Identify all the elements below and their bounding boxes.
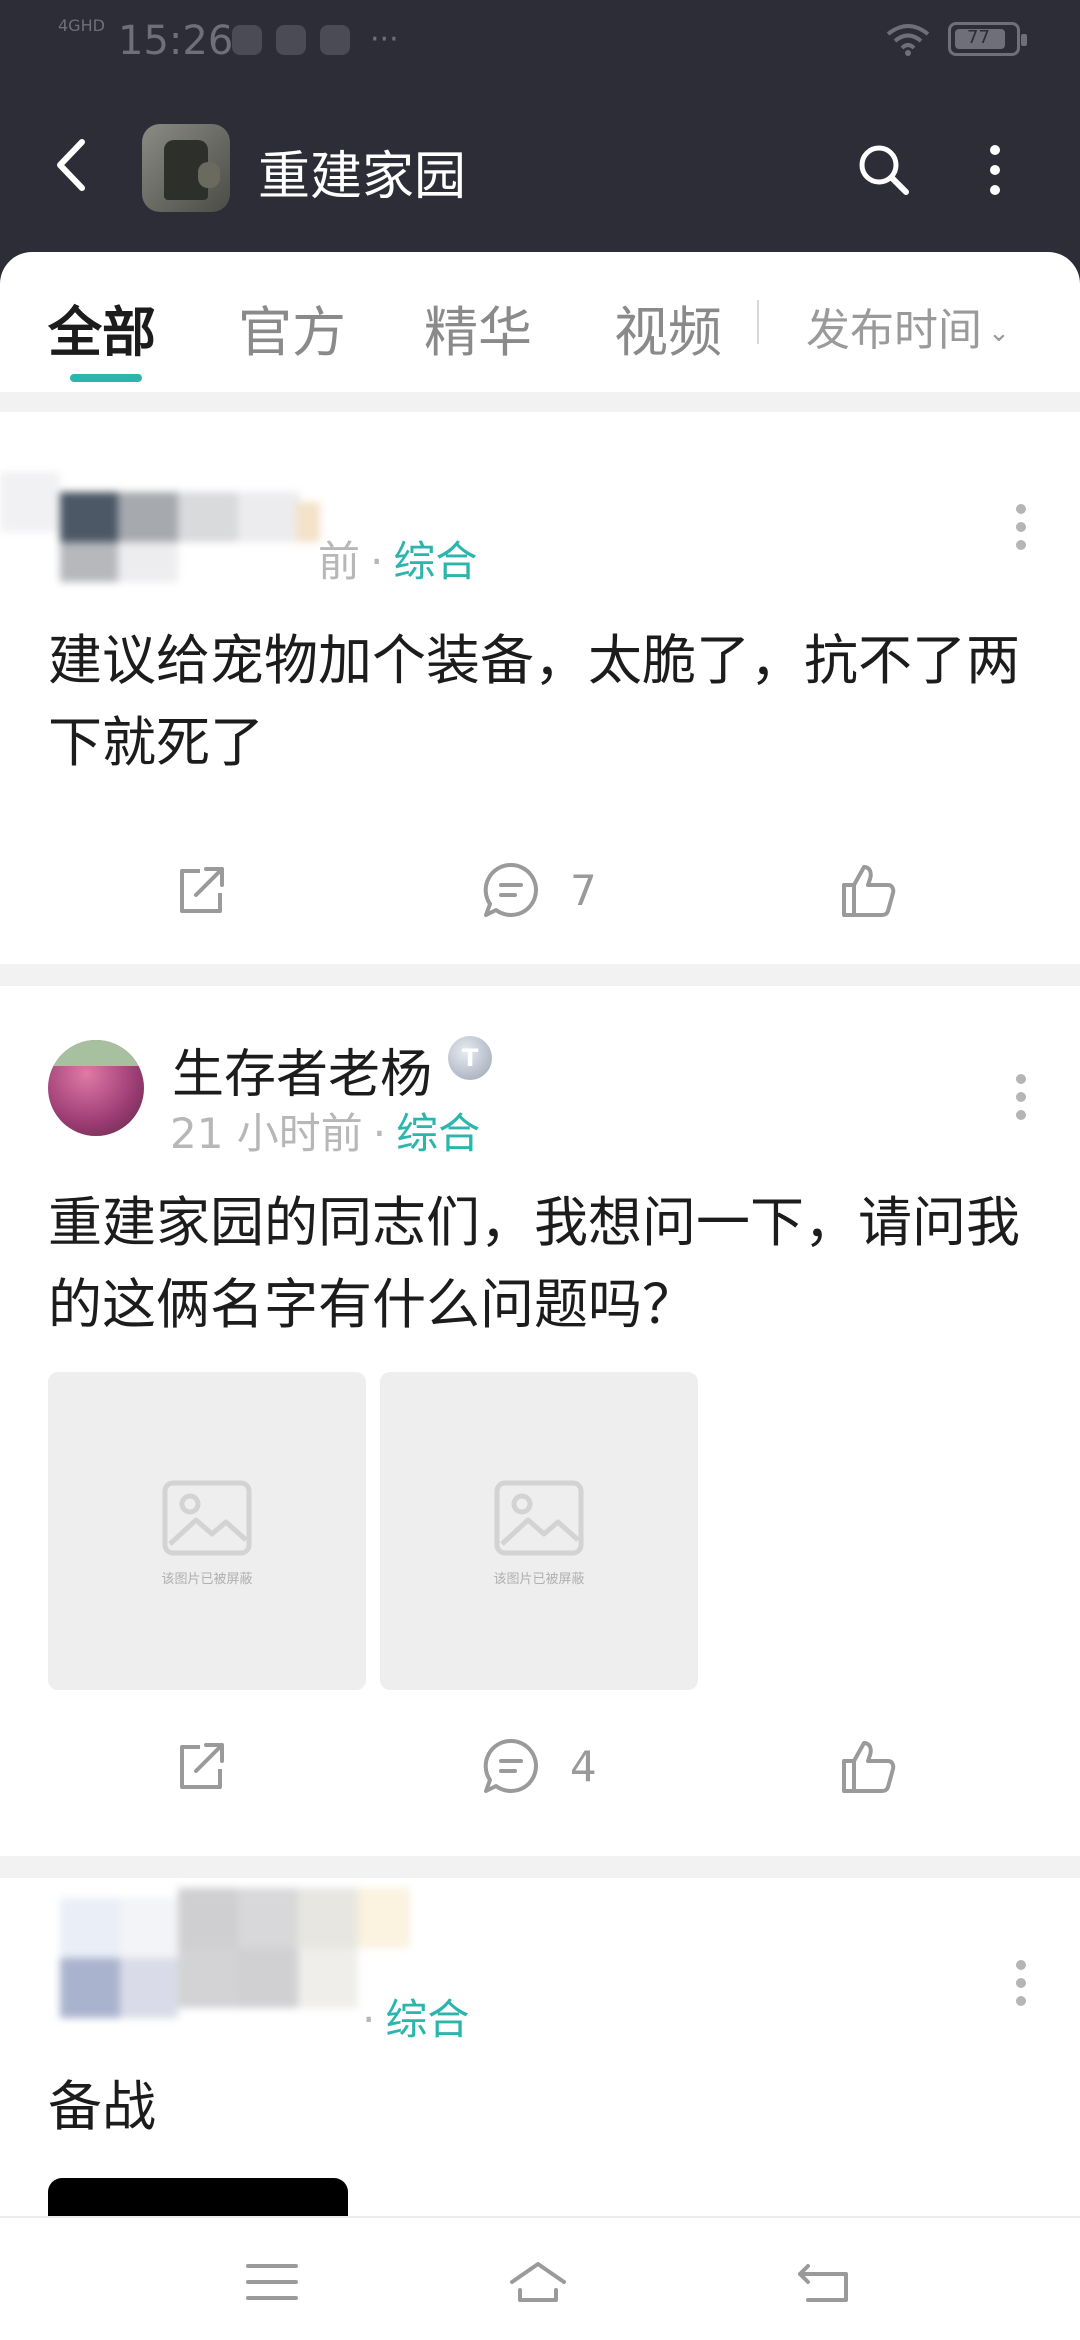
level-badge-icon: T [448, 1036, 492, 1080]
comment-icon [483, 862, 538, 917]
sort-label: 发布时间 [806, 305, 982, 356]
status-time: 15:26 [118, 18, 234, 64]
post-category[interactable]: 综合 [385, 1995, 469, 2044]
post-more-icon[interactable] [1014, 500, 1028, 556]
post-image[interactable]: 该图片已被屏蔽 [380, 1372, 698, 1690]
post-text[interactable]: 建议给宠物加个装备，太脆了，抗不了两下就死了 [48, 620, 1028, 784]
post-actions: 7 [0, 850, 1080, 930]
post-image[interactable]: 该图片已被屏蔽 [48, 1372, 366, 1690]
post-text[interactable]: 重建家园的同志们，我想问一下，请问我的这俩名字有什么问题吗？ [48, 1182, 1028, 1346]
wifi-icon [886, 24, 930, 56]
system-nav-bar [0, 2216, 1080, 2340]
page-title: 重建家园 [258, 147, 467, 207]
comment-button[interactable]: 4 [480, 1726, 597, 1806]
like-button[interactable] [836, 1726, 898, 1806]
notification-icon [276, 24, 306, 55]
share-icon [180, 867, 224, 913]
post-category[interactable]: 综合 [393, 537, 477, 586]
chevron-down-icon: ⌄ [988, 318, 1010, 348]
network-indicator: 4GHD [58, 16, 105, 35]
like-button[interactable] [836, 850, 898, 930]
comment-count: 7 [570, 865, 597, 915]
post-text[interactable]: 备战 [48, 2066, 1028, 2148]
share-button[interactable] [170, 850, 232, 930]
post-meta: 前 · 综合 [318, 537, 478, 586]
active-tab-indicator [70, 374, 142, 382]
image-blocked-caption: 该图片已被屏蔽 [161, 1572, 253, 1587]
image-placeholder-icon [494, 1480, 584, 1556]
notification-icon [232, 24, 262, 55]
battery-icon: 77 [948, 22, 1027, 56]
notification-icons: ··· [232, 22, 399, 57]
post-card[interactable]: 生存者老杨 T 21 小时前 · 综合 重建家园的同志们，我想问一下，请问我的这俩名… [0, 986, 1080, 1856]
app-header: 重建家园 [0, 100, 1080, 230]
back-nav-icon[interactable] [794, 2252, 854, 2312]
notification-icon [320, 24, 350, 55]
post-meta: · 综合 [362, 1995, 470, 2044]
menu-icon[interactable] [242, 2252, 302, 2312]
more-notifications-icon: ··· [370, 22, 399, 57]
tab-official[interactable]: 官方 [238, 288, 346, 367]
search-icon[interactable] [854, 140, 914, 200]
back-arrow-icon[interactable] [42, 130, 102, 200]
battery-level: 77 [967, 27, 990, 48]
tab-all[interactable]: 全部 [48, 288, 156, 367]
share-icon [180, 1743, 224, 1789]
screen: 4GHD 15:26 ··· 77 重建家园 全部 官方 精华 视频 发布时间 … [0, 0, 1080, 2340]
comment-icon [483, 1738, 538, 1793]
tab-video[interactable]: 视频 [614, 288, 722, 367]
tab-featured[interactable]: 精华 [424, 288, 532, 367]
status-bar: 4GHD 15:26 ··· 77 [0, 0, 1080, 84]
game-icon[interactable] [142, 124, 230, 212]
post-actions: 4 [0, 1726, 1080, 1806]
like-icon [842, 865, 896, 917]
post-time: 前 [318, 537, 361, 586]
home-icon[interactable] [508, 2252, 568, 2312]
post-time: 21 小时前 [170, 1109, 363, 1158]
post-category[interactable]: 综合 [396, 1109, 480, 1158]
tab-bar: 全部 官方 精华 视频 发布时间 ⌄ [0, 252, 1080, 392]
blurred-author [0, 432, 320, 582]
comment-count: 4 [570, 1741, 597, 1791]
post-card[interactable]: 前 · 综合 建议给宠物加个装备，太脆了，抗不了两下就死了 7 [0, 412, 1080, 964]
post-meta: 21 小时前 · 综合 [170, 1109, 481, 1158]
comment-button[interactable]: 7 [480, 850, 597, 930]
sort-dropdown[interactable]: 发布时间 ⌄ [806, 294, 1010, 358]
status-right: 77 [884, 22, 1027, 56]
post-more-icon[interactable] [1014, 1956, 1028, 2012]
image-blocked-caption: 该图片已被屏蔽 [493, 1572, 585, 1587]
post-more-icon[interactable] [1014, 1070, 1028, 1126]
share-button[interactable] [170, 1726, 232, 1806]
avatar[interactable] [48, 1040, 144, 1136]
tab-divider [757, 300, 759, 344]
more-vertical-icon[interactable] [980, 140, 1010, 200]
like-icon [842, 1741, 896, 1793]
image-placeholder-icon [162, 1480, 252, 1556]
author-name[interactable]: 生存者老杨 [172, 1032, 432, 1107]
